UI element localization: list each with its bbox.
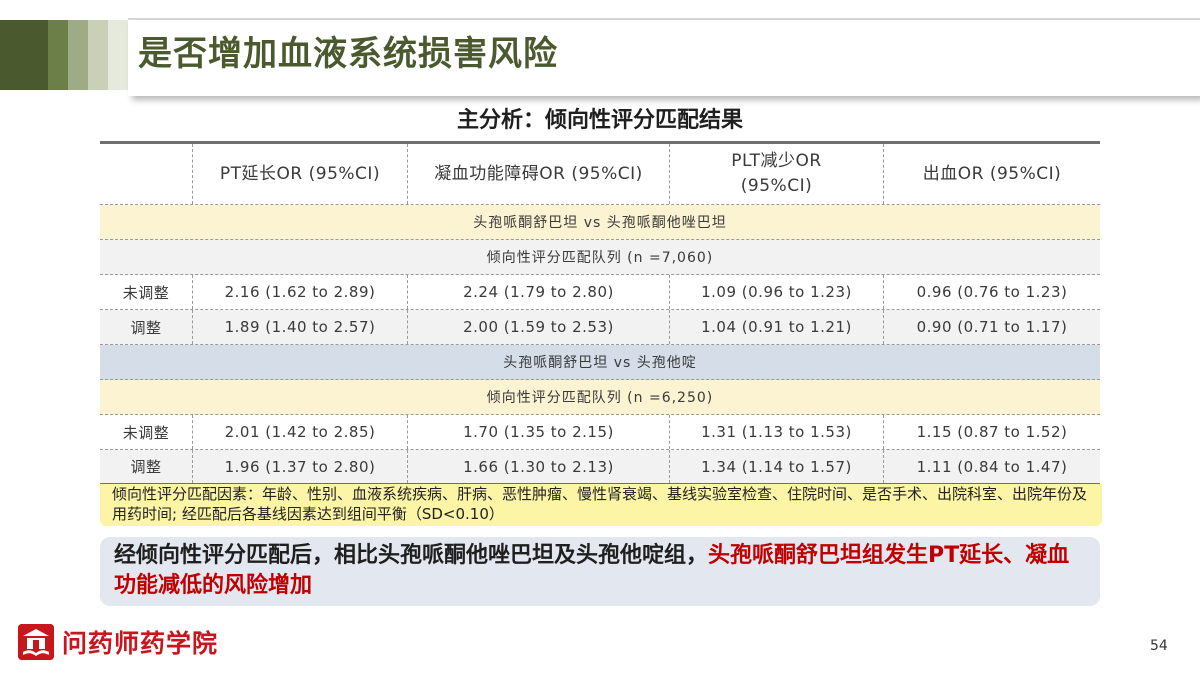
table-cell: 1.31 (1.13 to 1.53) [670,415,884,449]
table-row: 未调整 2.01 (1.42 to 2.85) 1.70 (1.35 to 2.… [100,415,1100,450]
header-cell-coag: 凝血功能障碍OR (95%CI) [408,144,670,204]
logo-text: 问药师药学院 [62,629,219,658]
conclusion-box: 经倾向性评分匹配后，相比头孢哌酮他唑巴坦及头孢他啶组，头孢哌酮舒巴坦组发生PT延… [100,537,1100,606]
footer-logo: 问药师药学院 [18,624,218,660]
header-stripe [68,20,88,90]
table-cell: 2.24 (1.79 to 2.80) [408,275,670,309]
group2-title: 头孢哌酮舒巴坦 vs 头孢他啶 [503,355,697,371]
header-cell-pt: PT延长OR (95%CI) [193,144,408,204]
academy-badge-icon [18,624,54,660]
table-cell: 1.66 (1.30 to 2.13) [408,450,670,483]
table-cell: 1.70 (1.35 to 2.15) [408,415,670,449]
table-subtitle: 主分析：倾向性评分匹配结果 [456,108,743,133]
table-cell: 2.00 (1.59 to 2.53) [408,310,670,344]
table-cell: 0.90 (0.71 to 1.17) [916,318,1068,336]
page-title: 是否增加血液系统损害风险 [138,34,558,74]
table-cell: 1.89 (1.40 to 2.57) [193,310,408,344]
header-cell-plt: PLT减少OR (95%CI) [670,144,884,204]
group1-title: 头孢哌酮舒巴坦 vs 头孢哌酮他唑巴坦 [473,215,727,231]
table-cell: 1.09 (0.96 to 1.23) [670,275,884,309]
group1-title-row: 头孢哌酮舒巴坦 vs 头孢哌酮他唑巴坦 [100,205,1100,240]
header-plt-line1: PLT减少OR [731,151,822,171]
table-row: 调整 1.89 (1.40 to 2.57) 2.00 (1.59 to 2.5… [100,310,1100,345]
table-cell: 0.96 (0.76 to 1.23) [916,283,1068,301]
results-table: PT延长OR (95%CI) 凝血功能障碍OR (95%CI) PLT减少OR … [100,144,1100,485]
table-cell: 2.01 (1.42 to 2.85) [193,415,408,449]
table-header-row: PT延长OR (95%CI) 凝血功能障碍OR (95%CI) PLT减少OR … [100,144,1100,205]
academy-badge-svg [18,624,54,660]
conclusion-text: 经倾向性评分匹配后，相比头孢哌酮他唑巴坦及头孢他啶组， [114,543,709,568]
header-stripe [108,20,128,90]
table-row: 未调整 2.16 (1.62 to 2.89) 2.24 (1.79 to 2.… [100,275,1100,310]
header-plt-line2: (95%CI) [740,176,813,196]
table-cell: 1.11 (0.84 to 1.47) [916,457,1068,476]
group1-cohort-row: 倾向性评分匹配队列 (n =7,060) [100,240,1100,275]
row-label: 未调整 [100,275,193,309]
header-stripe [0,20,48,90]
table-row: 调整 1.96 (1.37 to 2.80) 1.66 (1.30 to 2.1… [100,450,1100,485]
row-label: 未调整 [100,415,193,449]
group2-cohort: 倾向性评分匹配队列 (n =6,250) [486,390,714,406]
table-cell: 1.96 (1.37 to 2.80) [193,450,408,483]
group2-title-row: 头孢哌酮舒巴坦 vs 头孢他啶 [100,345,1100,380]
row-label: 调整 [100,450,193,483]
table-cell: 2.16 (1.62 to 2.89) [193,275,408,309]
matching-note: 倾向性评分匹配因素：年龄、性别、血液系统疾病、肝病、恶性肿瘤、慢性肾衰竭、基线实… [100,484,1102,526]
table-cell: 1.15 (0.87 to 1.52) [916,423,1068,441]
page-number: 54 [1150,638,1168,654]
header-cell-bleeding: 出血OR (95%CI) [922,163,1062,184]
row-label: 调整 [100,310,193,344]
table-cell: 1.34 (1.14 to 1.57) [670,450,884,483]
group2-cohort-row: 倾向性评分匹配队列 (n =6,250) [100,380,1100,415]
header-stripe [48,20,68,90]
group1-cohort: 倾向性评分匹配队列 (n =7,060) [486,250,714,266]
header-cell-empty [100,144,193,204]
table-cell: 1.04 (0.91 to 1.21) [670,310,884,344]
header-stripe [88,20,108,90]
